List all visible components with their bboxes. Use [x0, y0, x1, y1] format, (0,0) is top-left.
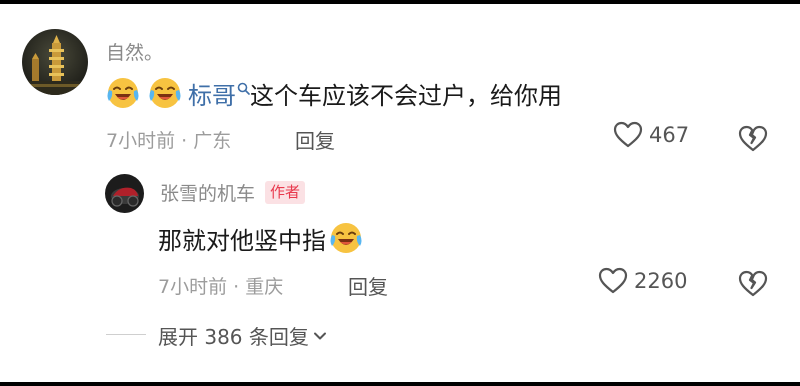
comment-text: 这个车应该不会过户，给你用 — [250, 81, 562, 110]
mention-name: 标哥 — [188, 81, 236, 110]
broken-heart-icon[interactable] — [738, 124, 768, 154]
laugh-cry-emoji-icon — [107, 78, 139, 108]
like-count: 467 — [649, 123, 690, 147]
comment-time-location: 7小时前 · 广东 — [106, 130, 232, 152]
heart-icon — [598, 267, 628, 294]
reply-avatar[interactable] — [105, 174, 144, 213]
chevron-down-icon — [313, 332, 326, 339]
heart-icon — [613, 121, 643, 148]
expand-replies-button[interactable]: 展开 386 条回复 — [158, 321, 327, 350]
broken-heart-icon[interactable] — [738, 269, 768, 299]
reply-like-button[interactable]: 2260 — [598, 267, 687, 295]
comment-content: 标哥 这个车应该不会过户，给你用 — [106, 76, 562, 110]
avatar[interactable] — [22, 29, 88, 95]
reply-reply-button[interactable]: 回复 — [348, 271, 388, 300]
search-icon — [237, 82, 250, 95]
comment-thread: 自然。 标哥 这个车应该不会过户，给你用 7小时前 · 广东 回复 467 张雪… — [0, 4, 800, 382]
like-button[interactable]: 467 — [613, 121, 689, 149]
avatar-pagoda-night-image — [22, 29, 88, 95]
reply-button[interactable]: 回复 — [295, 125, 335, 154]
laugh-cry-emoji-icon — [149, 78, 181, 108]
reply-username-row: 张雪的机车 作者 — [160, 179, 306, 206]
expand-divider — [106, 334, 146, 335]
reply-content: 那就对他竖中指 — [158, 221, 363, 255]
mention-link[interactable]: 标哥 — [188, 76, 250, 111]
reply-username[interactable]: 张雪的机车 — [160, 179, 255, 206]
author-badge: 作者 — [265, 181, 306, 204]
reply-time-location: 7小时前 · 重庆 — [158, 276, 284, 298]
reply-text: 那就对他竖中指 — [158, 226, 326, 255]
reply-like-count: 2260 — [634, 269, 688, 293]
comment-username[interactable]: 自然。 — [106, 38, 163, 65]
avatar-motorcycle-image — [105, 174, 144, 213]
expand-label: 展开 386 条回复 — [158, 325, 309, 349]
laugh-cry-emoji-icon — [330, 223, 362, 253]
